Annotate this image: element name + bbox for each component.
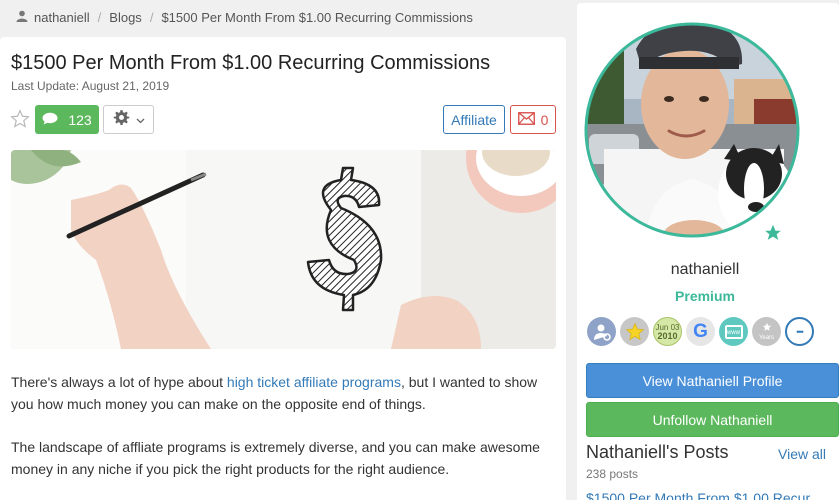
posts-count: 238 posts [586,467,639,481]
view-all-posts-link[interactable]: View all [778,446,826,462]
years-badge-icon[interactable]: Years [752,317,781,346]
article-title: $1500 Per Month From $1.00 Recurring Com… [11,52,491,74]
paragraph-text: There's always a lot of hype about [11,374,227,390]
star-badge-icon[interactable] [620,317,649,346]
author-sidebar: nathaniell Premium Jun 03 2010 G www Yea… [577,3,839,500]
gear-icon [113,109,130,131]
website-badge-icon[interactable]: www [719,317,748,346]
more-badges-button[interactable]: ••• [785,317,814,346]
breadcrumb-separator: / [97,10,102,25]
article-panel: $1500 Per Month From $1.00 Recurring Com… [0,37,566,500]
message-button[interactable]: 0 [510,105,556,134]
message-count: 0 [540,111,549,128]
recent-post-link[interactable]: $1500 Per Month From $1.00 Recur... [586,490,836,500]
comment-count: 123 [68,111,92,128]
affiliate-button[interactable]: Affiliate [443,105,505,134]
comment-bubble-icon [42,112,58,128]
breadcrumb-blogs-link[interactable]: Blogs [109,10,142,25]
breadcrumb: nathaniell / Blogs / $1500 Per Month Fro… [16,10,473,25]
years-star-icon [762,322,772,334]
badge-years-text: Years [758,334,775,341]
unfollow-button[interactable]: Unfollow Nathaniell [586,402,839,437]
browser-window-shape: www [724,324,743,339]
breadcrumb-separator: / [149,10,154,25]
profile-username[interactable]: nathaniell [577,261,833,279]
favorite-star-icon[interactable] [10,109,30,129]
view-profile-button[interactable]: View Nathaniell Profile [586,363,839,398]
chevron-down-icon [136,111,145,129]
badge-list: Jun 03 2010 G www Years ••• [587,317,814,346]
article-paragraph: There's always a lot of hype about high … [11,371,556,415]
join-date-badge-icon[interactable]: Jun 03 2010 [653,317,682,346]
badge-www-text: www [727,329,740,336]
posts-heading: Nathaniell's Posts [586,442,729,462]
badge-date-year: 2010 [657,330,678,341]
settings-dropdown-button[interactable] [103,105,154,134]
last-update: Last Update: August 21, 2019 [11,79,170,93]
article-paragraph: The landscape of affliate programs is ex… [11,439,540,477]
hero-image [11,150,556,349]
high-ticket-link[interactable]: high ticket affiliate programs [227,374,401,390]
premium-badge: Premium [675,288,735,304]
google-badge-icon[interactable]: G [686,317,715,346]
google-letter: G [693,320,708,342]
comments-button[interactable]: 123 [35,105,99,134]
user-settings-badge-icon[interactable] [587,317,616,346]
breadcrumb-current: $1500 Per Month From $1.00 Recurring Com… [161,10,473,25]
avatar[interactable] [584,9,800,251]
user-icon [16,10,28,25]
envelope-icon [517,111,535,128]
breadcrumb-user-link[interactable]: nathaniell [34,10,90,25]
